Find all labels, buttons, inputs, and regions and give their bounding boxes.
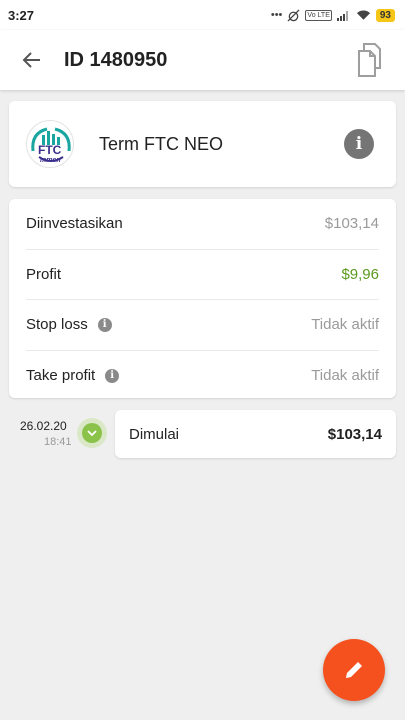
timeline-date: 26.02.20 xyxy=(20,419,67,433)
chevron-down-icon xyxy=(87,430,97,437)
detail-row-profit: Profit $9,96 xyxy=(26,250,379,300)
detail-row-take-profit: Take profit i Tidak aktif xyxy=(26,351,379,402)
event-label: Dimulai xyxy=(129,425,180,443)
logo-text: FTC xyxy=(38,143,62,157)
detail-row-stop-loss: Stop loss i Tidak aktif xyxy=(26,300,379,351)
logo-subtext: mmen xyxy=(40,157,61,164)
product-logo: FTC mmen xyxy=(26,120,74,168)
detail-label: Take profit xyxy=(26,367,96,385)
product-card[interactable]: FTC mmen Term FTC NEO i xyxy=(9,101,396,187)
back-button[interactable] xyxy=(0,30,64,90)
wifi-icon xyxy=(356,10,370,20)
signal-icon xyxy=(336,11,348,21)
timeline-event-card[interactable]: Dimulai $103,14 xyxy=(115,410,396,458)
info-button[interactable]: i xyxy=(344,129,374,159)
event-amount: $103,14 xyxy=(327,425,382,443)
detail-row-invested: Diinvestasikan $103,14 xyxy=(26,199,379,250)
info-icon[interactable]: i xyxy=(97,317,112,332)
status-bar: 3:27 ••• Vo LTE 93 xyxy=(0,0,405,30)
detail-label: Profit xyxy=(26,265,62,283)
status-time: 3:27 xyxy=(8,7,35,23)
info-icon: i xyxy=(355,134,363,154)
alarm-off-icon xyxy=(287,8,300,22)
details-card: Diinvestasikan $103,14 Profit $9,96 Stop… xyxy=(9,199,396,398)
battery-indicator: 93 xyxy=(375,8,395,22)
arrow-back-icon xyxy=(22,52,40,68)
volte-icon: Vo LTE xyxy=(305,9,332,21)
detail-label: Diinvestasikan xyxy=(26,215,123,233)
detail-value: Tidak aktif xyxy=(311,316,379,334)
detail-label-wrap: Stop loss i xyxy=(26,316,112,333)
detail-value: $9,96 xyxy=(341,265,379,283)
copy-button[interactable] xyxy=(351,40,391,80)
edit-fab-button[interactable] xyxy=(323,639,385,701)
detail-value: Tidak aktif xyxy=(311,367,379,385)
product-name: Term FTC NEO xyxy=(99,133,223,154)
info-icon[interactable]: i xyxy=(105,368,120,383)
copy-icon xyxy=(358,43,381,77)
timeline-marker[interactable] xyxy=(77,418,107,448)
more-dots-icon: ••• xyxy=(270,9,283,21)
timeline-marker-dot xyxy=(82,423,102,443)
page-title: ID 1480950 xyxy=(64,48,168,71)
status-icons: ••• Vo LTE 93 xyxy=(270,8,395,22)
detail-label-wrap: Take profit i xyxy=(26,367,120,385)
timeline-time: 18:41 xyxy=(44,436,72,448)
app-bar: ID 1480950 xyxy=(0,30,405,90)
detail-value: $103,14 xyxy=(324,215,379,233)
pencil-icon xyxy=(346,662,362,678)
detail-label: Stop loss xyxy=(26,316,88,334)
